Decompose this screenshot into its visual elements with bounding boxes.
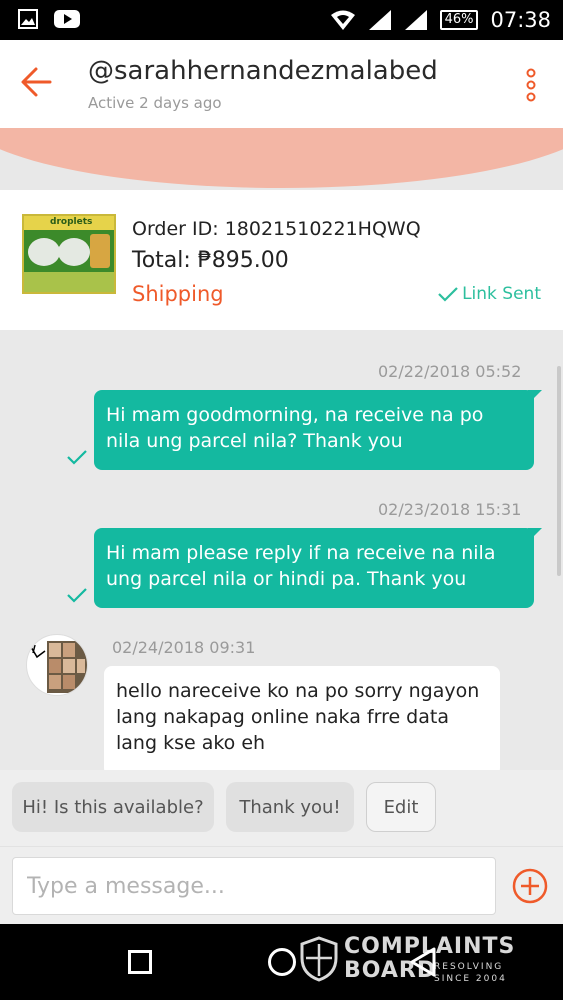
order-id: Order ID: 18021510221HQWQ (132, 218, 421, 240)
message-bubble-outgoing: Hi mam please reply if na receive na nil… (94, 528, 542, 608)
image-icon (18, 9, 38, 29)
scrollbar[interactable] (557, 366, 561, 576)
quick-reply-button[interactable]: Thank you! (226, 782, 354, 832)
quick-replies: Hi! Is this available? Thank you! Edit (0, 770, 563, 846)
message-line: lang nakapag online naka frre data (116, 706, 449, 728)
header-banner (0, 128, 563, 190)
product-brand: droplets (50, 217, 93, 227)
quick-reply-button[interactable]: Hi! Is this available? (12, 782, 214, 832)
message-timestamp: 02/22/2018 05:52 (378, 362, 522, 381)
clock: 07:38 (490, 8, 551, 32)
youtube-icon (54, 10, 80, 28)
message-bubble-incoming: hello nareceive ko na po sorry ngayon la… (104, 666, 500, 770)
active-status: Active 2 days ago (88, 94, 222, 112)
message-line: ung parcel nila or hindi pa. Thank you (106, 568, 467, 590)
message-input[interactable] (12, 857, 496, 915)
avatar[interactable] (26, 634, 88, 696)
status-bar: 46% 07:38 (0, 0, 563, 40)
message-line: Hi mam please reply if na receive na nil… (106, 542, 496, 564)
back-triangle-icon[interactable] (408, 946, 438, 978)
message-line: nila ung parcel nila? Thank you (106, 430, 403, 452)
home-button[interactable] (268, 948, 296, 976)
recent-apps-button[interactable] (128, 950, 152, 974)
composer (0, 846, 563, 924)
sent-check-icon (67, 588, 87, 603)
banner-shape (0, 128, 563, 188)
add-attachment-icon[interactable] (511, 867, 549, 905)
message-line: Hi mam goodmorning, na receive na po (106, 404, 484, 426)
watermark-tag1: RESOLVING (434, 962, 504, 972)
sent-check-icon (67, 450, 87, 465)
wifi-icon (330, 10, 355, 30)
shield-logo-icon (300, 936, 338, 982)
link-sent-status: Link Sent (438, 284, 541, 304)
order-card[interactable]: droplets Order ID: 18021510221HQWQ Total… (0, 190, 563, 330)
signal-icon (404, 10, 427, 30)
message-timestamp: 02/23/2018 15:31 (378, 500, 522, 519)
link-sent-label: Link Sent (462, 284, 541, 304)
system-nav-bar: COMPLAINTS BOARD RESOLVING SINCE 2004 (0, 924, 563, 1000)
chat-header: @sarahhernandezmalabed Active 2 days ago (0, 40, 563, 128)
more-options-icon[interactable] (525, 68, 537, 102)
order-total: Total: ₱895.00 (132, 248, 289, 273)
watermark-tag2: SINCE 2004 (434, 974, 507, 984)
chat-username: @sarahhernandezmalabed (88, 56, 438, 86)
signal-icon (368, 10, 391, 30)
message-bubble-outgoing: Hi mam goodmorning, na receive na po nil… (94, 390, 542, 470)
message-line: hello nareceive ko na po sorry ngayon (116, 680, 480, 702)
product-thumbnail: droplets (22, 214, 116, 294)
message-line: lang kse ako eh (116, 732, 266, 754)
battery-icon: 46% (439, 10, 479, 30)
edit-quick-replies-button[interactable]: Edit (366, 782, 436, 832)
back-arrow-icon[interactable] (18, 64, 58, 100)
message-timestamp: 02/24/2018 09:31 (112, 638, 256, 657)
checkmark-icon (438, 287, 458, 302)
order-status: Shipping (132, 282, 224, 306)
message-list[interactable]: 02/22/2018 05:52 Hi mam goodmorning, na … (0, 330, 563, 770)
